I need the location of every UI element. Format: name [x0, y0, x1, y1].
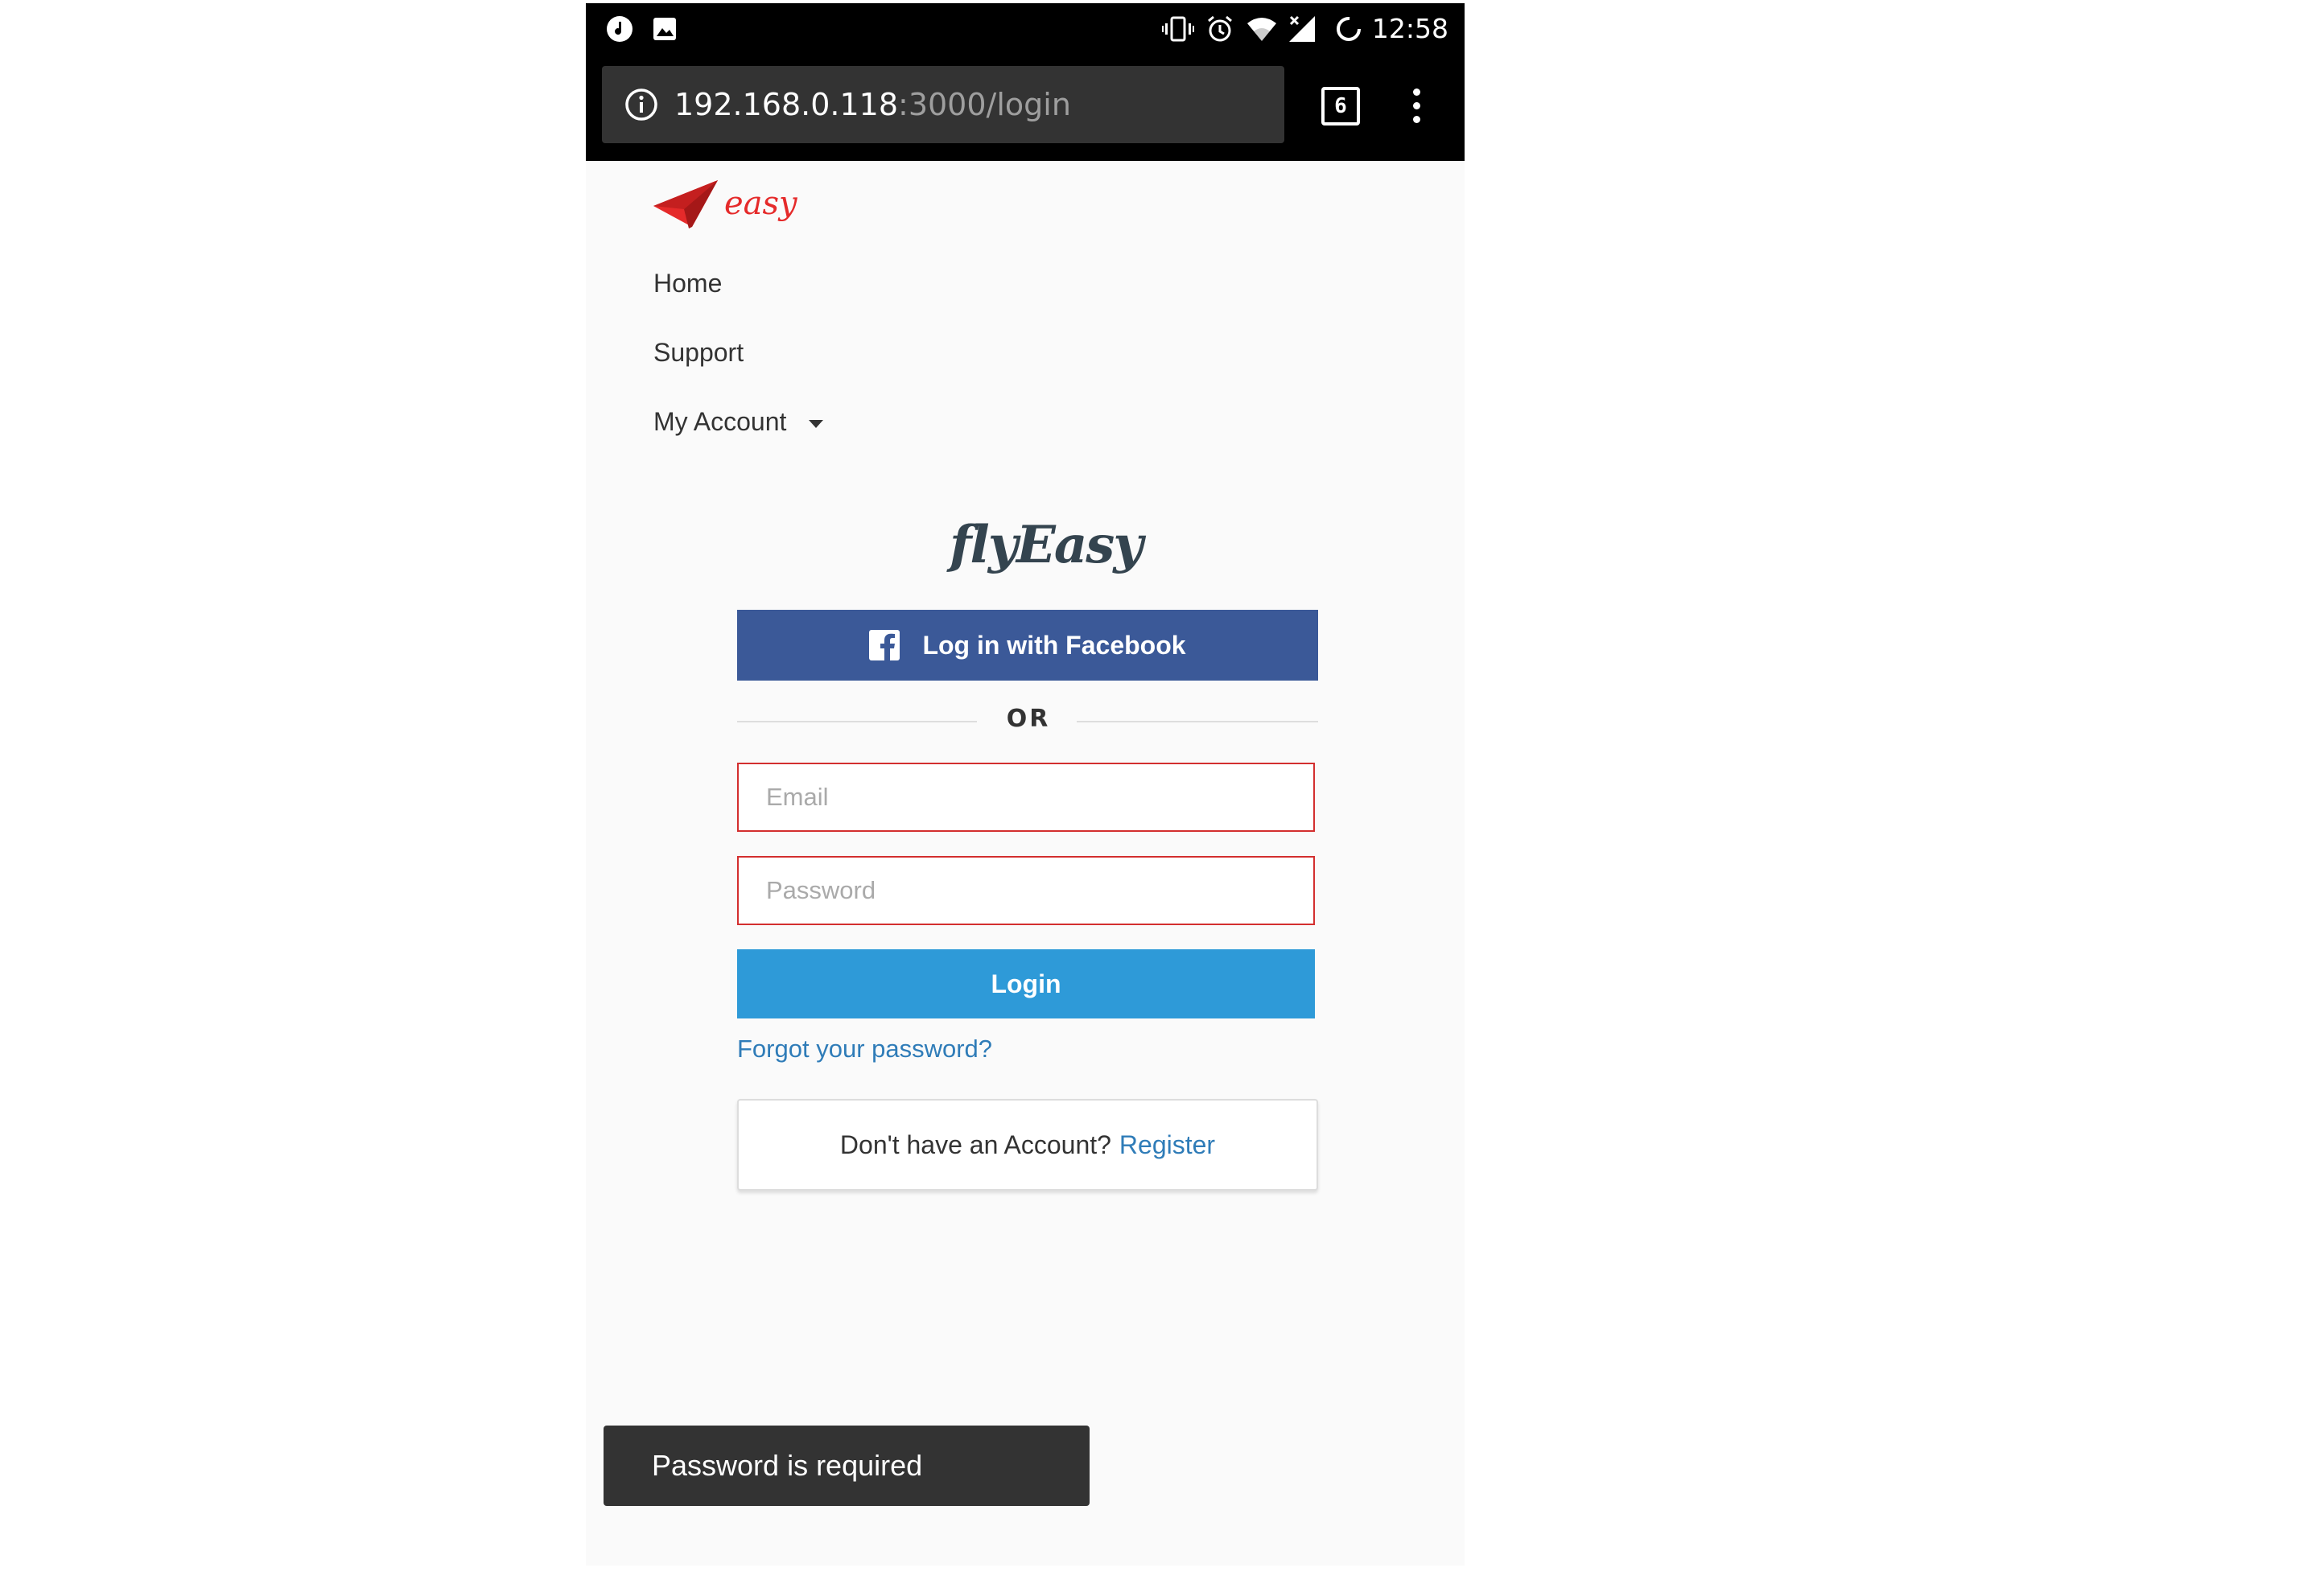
wifi-icon	[1246, 14, 1278, 43]
login-button[interactable]: Login	[737, 949, 1315, 1018]
caret-down-icon	[809, 419, 824, 428]
status-time: 12:58	[1371, 13, 1448, 44]
facebook-login-button[interactable]: Log in with Facebook	[737, 610, 1318, 681]
loading-icon	[1334, 14, 1363, 43]
overflow-menu-icon[interactable]	[1408, 85, 1424, 127]
facebook-login-label: Log in with Facebook	[922, 630, 1186, 660]
or-divider: OR	[737, 705, 1318, 739]
info-icon[interactable]	[624, 88, 658, 121]
or-label: OR	[1006, 705, 1051, 733]
register-panel: Don't have an Account? Register	[737, 1099, 1318, 1191]
phone-screen: 12:58 192.168.0.118:3000/login 6 easy Ho…	[586, 3, 1465, 1566]
alarm-icon	[1205, 14, 1234, 43]
url-host: 192.168.0.118	[674, 87, 899, 122]
no-signal-icon	[1288, 14, 1317, 43]
nav-item-my-account[interactable]: My Account	[653, 407, 824, 437]
image-icon	[650, 14, 679, 43]
register-link[interactable]: Register	[1119, 1130, 1215, 1160]
forgot-password-link[interactable]: Forgot your password?	[737, 1035, 992, 1064]
divider-right	[1077, 721, 1318, 722]
paper-plane-icon	[652, 179, 719, 235]
url-path: :3000/login	[898, 87, 1071, 122]
facebook-icon	[869, 630, 900, 660]
nav-item-home[interactable]: Home	[653, 269, 722, 298]
divider-left	[737, 721, 977, 722]
browser-url-bar: 192.168.0.118:3000/login 6	[586, 55, 1465, 161]
error-toast: Password is required	[604, 1426, 1090, 1506]
status-bar: 12:58	[586, 3, 1465, 55]
register-prompt: Don't have an Account?	[839, 1129, 1111, 1159]
nav-item-support[interactable]: Support	[653, 338, 744, 368]
brand-logo: flyEasy	[950, 515, 1143, 575]
nav-item-my-account-label: My Account	[653, 407, 787, 436]
address-field[interactable]: 192.168.0.118:3000/login	[602, 66, 1284, 143]
tab-switcher-button[interactable]: 6	[1321, 87, 1360, 125]
email-input[interactable]	[737, 763, 1315, 832]
password-input[interactable]	[737, 856, 1315, 925]
logo-text: easy	[724, 185, 797, 222]
music-icon	[605, 14, 634, 43]
site-logo[interactable]: easy	[652, 179, 797, 235]
toast-message: Password is required	[652, 1449, 923, 1482]
vibrate-icon	[1162, 14, 1194, 43]
